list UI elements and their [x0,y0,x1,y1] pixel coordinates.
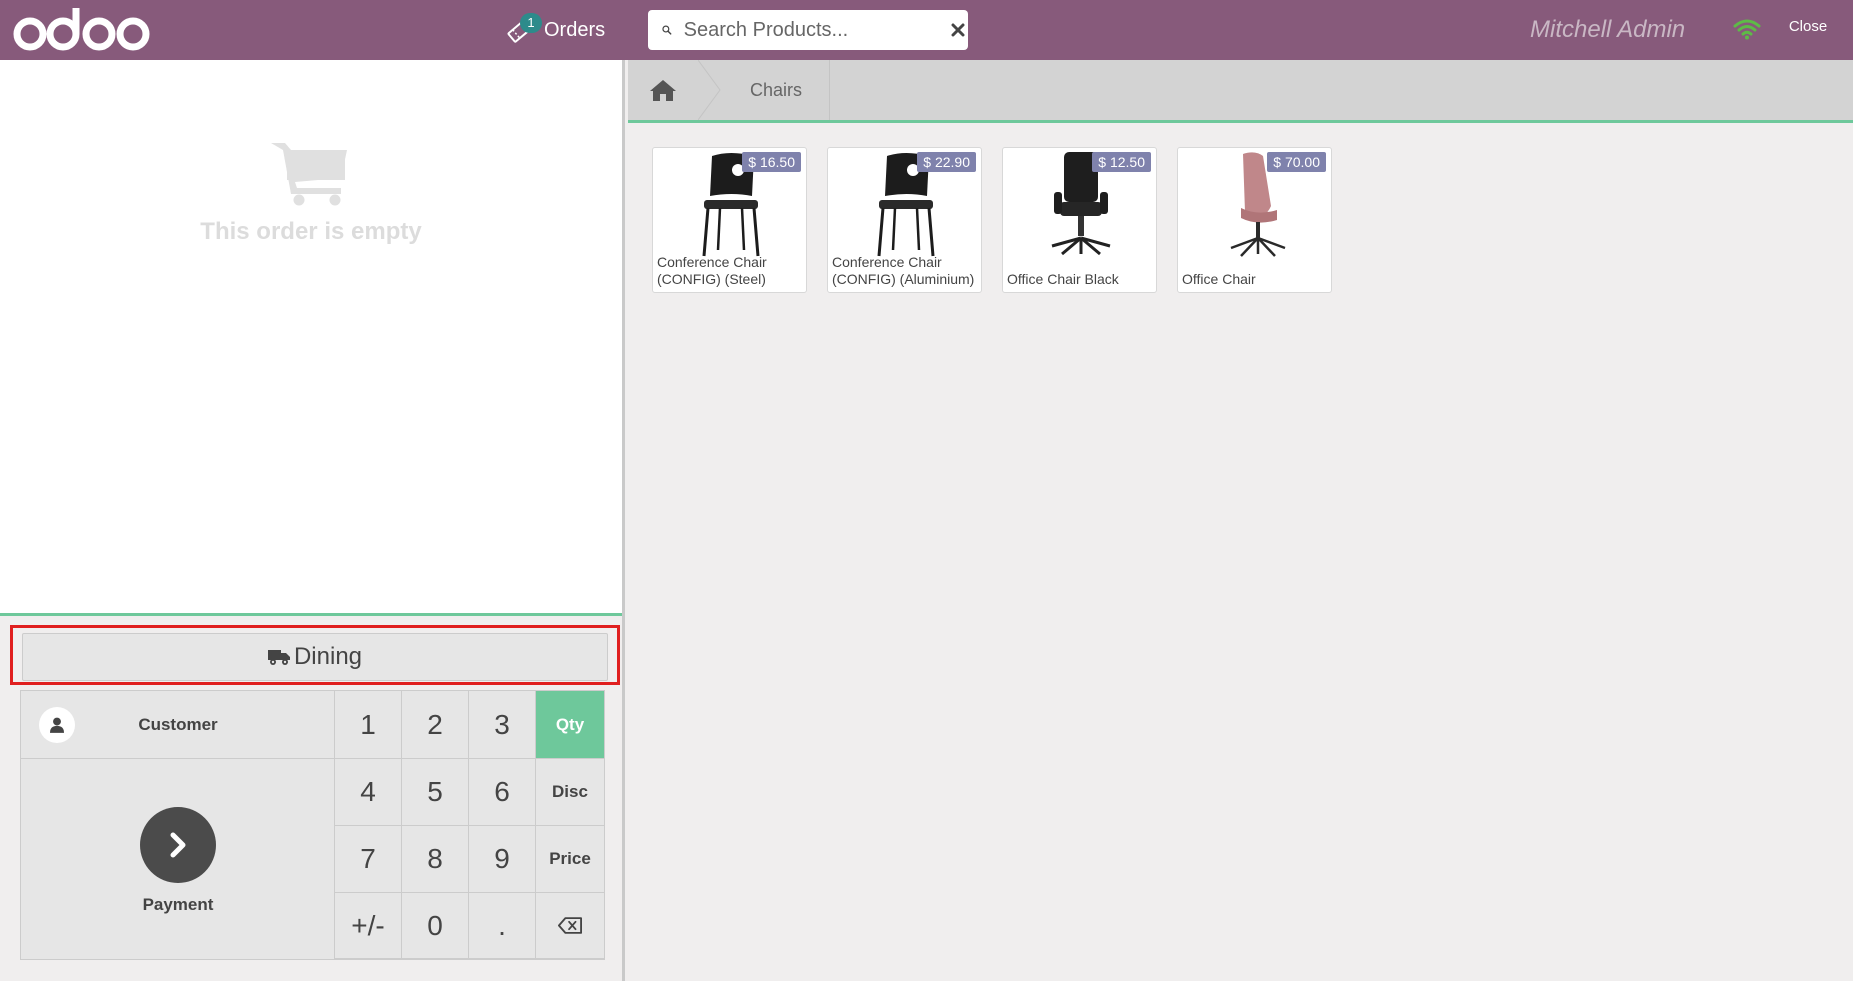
breadcrumb: Chairs [628,60,1853,123]
backspace-key[interactable] [536,893,605,959]
numpad-keys: 1 2 3 Qty 4 5 6 Disc 7 8 9 Price +/- 0 . [335,691,605,959]
chevron-right-icon [140,807,216,883]
order-pane: This order is empty Dining Customer Paym… [0,60,625,981]
product-card[interactable]: $ 22.90 Conference Chair (CONFIG) (Alumi… [827,147,982,293]
orders-count-badge: 1 [520,13,542,33]
breadcrumb-separator [698,60,721,120]
search-box [648,10,968,50]
product-name: Office Chair [1182,271,1256,287]
product-name: Conference Chair (CONFIG) (Steel) [657,254,767,287]
price-tag: $ 70.00 [1267,152,1326,172]
dining-button[interactable]: Dining [22,633,608,681]
key-5[interactable]: 5 [402,759,469,826]
key-7[interactable]: 7 [335,826,402,893]
payment-label: Payment [142,895,214,914]
product-card[interactable]: $ 70.00 Office Chair [1177,147,1332,293]
orders-label: Orders [544,18,606,41]
key-6[interactable]: 6 [469,759,536,826]
shopping-cart-icon [271,143,347,206]
payment-button[interactable]: Payment [21,759,335,959]
product-pane: Chairs $ 16.50 Conference Chair (CONFIG)… [628,60,1853,981]
key-2[interactable]: 2 [402,691,469,759]
ticket-icon: 1 [504,13,542,45]
search-input[interactable] [683,18,949,42]
empty-order: This order is empty [0,140,622,246]
home-button[interactable] [628,60,698,120]
top-header: 1 Orders Mitchell Admin Close [0,0,1853,60]
decimal-key[interactable]: . [469,893,536,959]
key-3[interactable]: 3 [469,691,536,759]
close-button[interactable]: Close [1778,18,1838,35]
user-name: Mitchell Admin [1530,16,1686,43]
search-icon [662,25,672,35]
clear-search-icon[interactable] [949,10,968,50]
dining-label: Dining [293,643,363,670]
price-tag: $ 12.50 [1092,152,1151,172]
home-icon [650,80,676,101]
price-tag: $ 16.50 [742,152,801,172]
key-9[interactable]: 9 [469,826,536,893]
order-container: This order is empty [0,60,622,616]
sign-toggle-key[interactable]: +/- [335,893,402,959]
customer-button[interactable]: Customer [21,691,335,759]
backspace-icon [558,917,582,934]
control-pad: Customer Payment 1 2 3 Qty 4 5 6 Disc 7 … [20,690,605,960]
product-card[interactable]: $ 12.50 Office Chair Black [1002,147,1157,293]
price-mode-button[interactable]: Price [536,826,605,893]
orders-button[interactable]: 1 Orders [504,13,606,46]
breadcrumb-chairs[interactable]: Chairs [723,60,830,120]
wifi-icon [1733,19,1761,40]
qty-mode-button[interactable]: Qty [536,691,605,759]
key-4[interactable]: 4 [335,759,402,826]
dining-highlight: Dining [10,625,620,685]
key-1[interactable]: 1 [335,691,402,759]
empty-order-text: This order is empty [200,218,422,245]
price-tag: $ 22.90 [917,152,976,172]
product-name: Office Chair Black [1007,271,1119,287]
odoo-logo [13,8,150,51]
product-card[interactable]: $ 16.50 Conference Chair (CONFIG) (Steel… [652,147,807,293]
key-0[interactable]: 0 [402,893,469,959]
disc-mode-button[interactable]: Disc [536,759,605,826]
key-8[interactable]: 8 [402,826,469,893]
product-name: Conference Chair (CONFIG) (Aluminium) [832,254,975,287]
customer-label: Customer [138,714,218,734]
truck-icon [267,650,290,665]
